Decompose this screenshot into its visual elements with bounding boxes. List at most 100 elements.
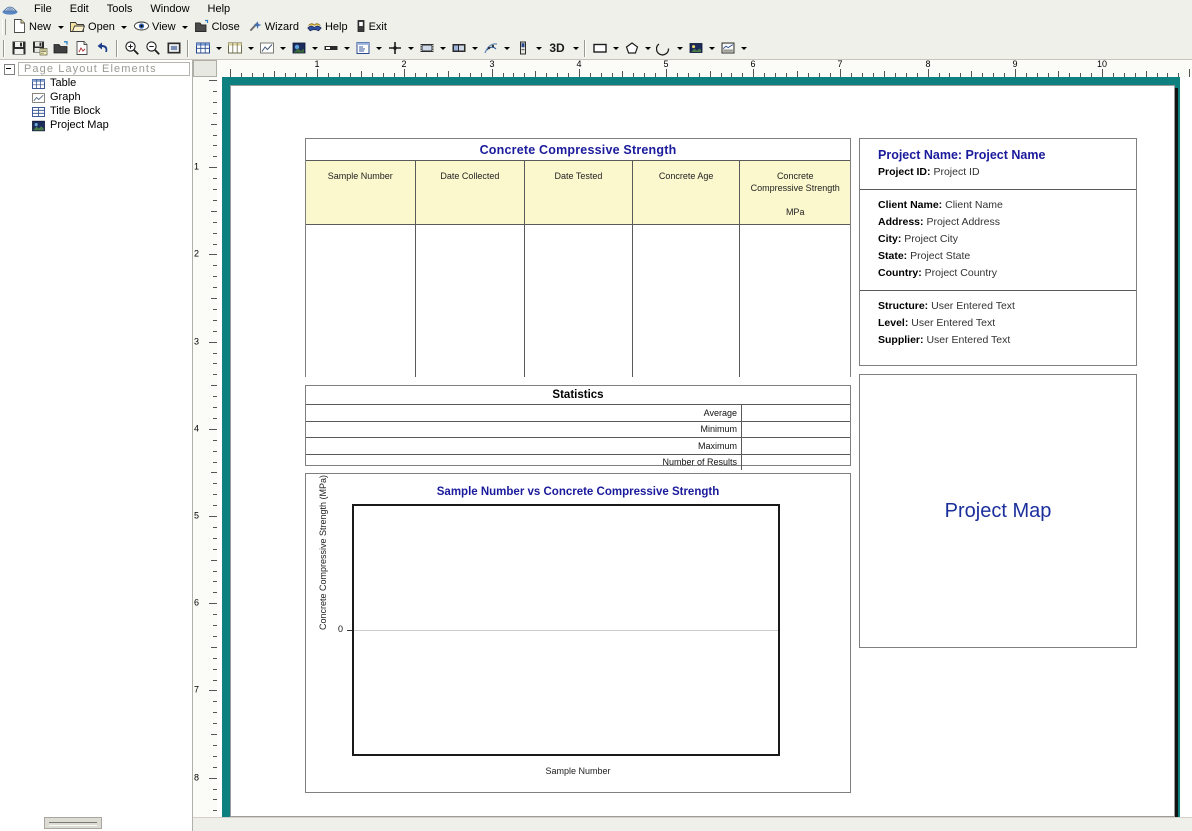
insert-gauge-button[interactable] [512, 38, 533, 58]
magic-wand-icon [248, 19, 262, 36]
insert-image-button[interactable] [288, 38, 309, 58]
insert-textbar-button[interactable] [320, 38, 341, 58]
column-header-unit: MPa [786, 206, 805, 218]
shape-rectangle-dropdown[interactable] [610, 38, 621, 58]
shape-rectangle-button[interactable] [589, 38, 610, 58]
table-cell-date-tested[interactable] [525, 225, 633, 377]
menu-item-window[interactable]: Window [141, 1, 198, 17]
statistics-value-maximum[interactable] [742, 438, 850, 454]
supplier-line: Supplier: User Entered Text [860, 332, 1136, 349]
menu-item-tools[interactable]: Tools [98, 1, 142, 17]
insert-3d-button[interactable]: 3D [544, 38, 570, 58]
shape-legend-dropdown[interactable] [738, 38, 749, 58]
graph-plot-area[interactable] [352, 504, 780, 756]
canvas-horizontal-scrollbar[interactable] [193, 817, 1192, 831]
ruler-tick [753, 69, 754, 77]
shape-picture-button[interactable] [685, 38, 706, 58]
shape-arc-button[interactable] [653, 38, 674, 58]
shape-legend-button[interactable] [717, 38, 738, 58]
menu-item-help[interactable]: Help [199, 1, 240, 17]
insert-graph-dropdown[interactable] [277, 38, 288, 58]
open-button[interactable]: Open [66, 18, 119, 36]
toolbar-grip-1[interactable] [3, 40, 5, 57]
insert-grid-dropdown[interactable] [245, 38, 256, 58]
statistics-label-average: Average [306, 405, 742, 421]
concrete-strength-table-body[interactable] [306, 225, 850, 377]
shape-polygon-dropdown[interactable] [642, 38, 653, 58]
export-pdf-button[interactable] [71, 38, 92, 58]
insert-3d-dropdown[interactable] [570, 38, 581, 58]
table-cell-date-collected[interactable] [416, 225, 526, 377]
tree-item-title-block[interactable]: Title Block [0, 104, 192, 118]
table-cell-concrete-age[interactable] [633, 225, 741, 377]
statistics-value-average[interactable] [742, 405, 850, 421]
new-dropdown-arrow[interactable] [55, 18, 66, 36]
exit-button[interactable]: Exit [352, 18, 391, 36]
insert-grid-button[interactable] [224, 38, 245, 58]
ruler-tick [209, 603, 217, 604]
save-as-button[interactable] [29, 38, 50, 58]
tree-item-project-map[interactable]: Project Map [0, 118, 192, 132]
graph-block[interactable]: Sample Number vs Concrete Compressive St… [305, 473, 851, 793]
close-button[interactable]: Close [191, 18, 244, 36]
shape-picture-dropdown[interactable] [706, 38, 717, 58]
project-title-block[interactable]: Project Name: Project Name Project ID: P… [859, 138, 1137, 366]
statistics-value-minimum[interactable] [742, 422, 850, 438]
insert-point-dropdown[interactable] [405, 38, 416, 58]
insert-image-dropdown[interactable] [309, 38, 320, 58]
tree-item-graph[interactable]: Graph [0, 90, 192, 104]
shape-polygon-button[interactable] [621, 38, 642, 58]
undo-button[interactable] [92, 38, 113, 58]
shape-arc-dropdown[interactable] [674, 38, 685, 58]
insert-table-button[interactable] [192, 38, 213, 58]
report-page[interactable]: Concrete Compressive Strength Sample Num… [230, 85, 1175, 817]
chevron-down-icon [376, 47, 382, 50]
save-button[interactable] [8, 38, 29, 58]
menu-item-edit[interactable]: Edit [61, 1, 98, 17]
table-cell-compressive-strength[interactable] [740, 225, 850, 377]
new-button[interactable]: New [9, 18, 55, 36]
insert-photoset-dropdown[interactable] [469, 38, 480, 58]
insert-table-dropdown[interactable] [213, 38, 224, 58]
concrete-strength-table[interactable]: Concrete Compressive Strength Sample Num… [305, 138, 851, 377]
tree-collapse-toggle[interactable] [4, 64, 15, 75]
tree-horizontal-scrollbar[interactable] [44, 817, 102, 829]
horizontal-ruler[interactable]: 12345678910 [217, 60, 1192, 78]
insert-photoset-button[interactable] [448, 38, 469, 58]
insert-titleblock-button[interactable] [352, 38, 373, 58]
tree-header-box[interactable]: Page Layout Elements [18, 62, 190, 76]
view-button[interactable]: View [130, 18, 180, 36]
insert-filmstrip-dropdown[interactable] [437, 38, 448, 58]
vertical-ruler[interactable]: 12345678 [193, 77, 218, 817]
open-dropdown-arrow[interactable] [119, 18, 130, 36]
insert-filmstrip-button[interactable] [416, 38, 437, 58]
zoom-fit-button[interactable] [163, 38, 184, 58]
project-name-label: Project Name: [878, 148, 962, 162]
canvas-area[interactable]: Concrete Compressive Strength Sample Num… [217, 77, 1192, 817]
command-bar-grip[interactable] [2, 19, 6, 35]
insert-gauge-dropdown[interactable] [533, 38, 544, 58]
project-map-block[interactable]: Project Map [859, 374, 1137, 648]
wizard-button[interactable]: Wizard [244, 18, 303, 36]
insert-graph-button[interactable] [256, 38, 277, 58]
statistics-value-number-of-results[interactable] [742, 455, 850, 471]
statistics-row-average: Average [306, 405, 850, 422]
zoom-out-button[interactable] [142, 38, 163, 58]
table-cell-sample-number[interactable] [306, 225, 416, 377]
insert-scatter-dropdown[interactable] [501, 38, 512, 58]
title-block-icon [32, 105, 45, 117]
insert-titleblock-dropdown[interactable] [373, 38, 384, 58]
help-button[interactable]: Help [303, 18, 352, 36]
insert-scatter-button[interactable] [480, 38, 501, 58]
country-line: Country: Project Country [860, 265, 1136, 282]
insert-textbar-dropdown[interactable] [341, 38, 352, 58]
zoom-in-button[interactable] [121, 38, 142, 58]
menu-item-file[interactable]: File [25, 1, 61, 17]
tree-item-table[interactable]: Table [0, 76, 192, 90]
view-dropdown-arrow[interactable] [180, 18, 191, 36]
insert-point-button[interactable] [384, 38, 405, 58]
open-file-button[interactable] [50, 38, 71, 58]
address-label: Address: [878, 216, 924, 228]
statistics-table[interactable]: Statistics Average Minimum Maximum Numbe… [305, 385, 851, 466]
chevron-down-icon [121, 26, 127, 29]
